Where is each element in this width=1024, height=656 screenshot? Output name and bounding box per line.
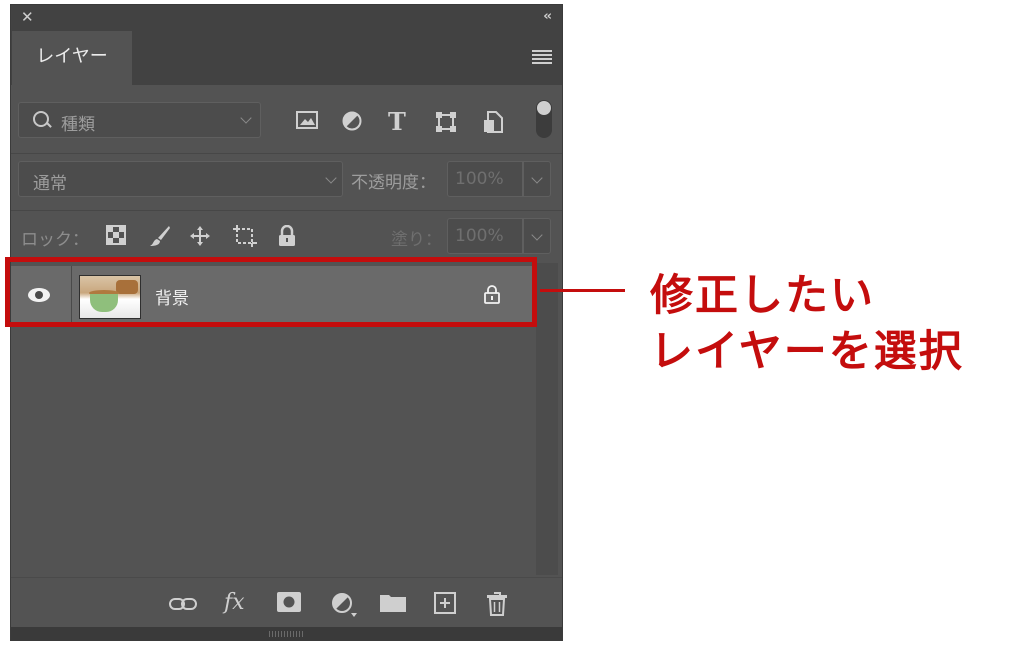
panel-bottom-toolbar: fx [11, 577, 562, 628]
adjustment-layer-icon[interactable] [331, 592, 357, 618]
fill-input[interactable]: 100% [447, 218, 523, 254]
panel-titlebar: ✕ ‹‹ [11, 5, 562, 31]
fill-value: 100% [455, 226, 504, 246]
opacity-value: 100% [455, 169, 504, 189]
chevron-down-icon [531, 229, 543, 241]
lock-row: ロック： 塗り： 100% [11, 211, 562, 261]
filter-row: 種類 T [11, 85, 562, 154]
chevron-down-icon [531, 172, 543, 184]
panel-menu-icon[interactable] [532, 50, 552, 66]
opacity-label: 不透明度： [351, 173, 436, 193]
filter-kind-select[interactable]: 種類 [18, 102, 261, 138]
panel-tabbar: レイヤー [11, 31, 562, 85]
fill-dropdown-button[interactable] [523, 218, 551, 254]
lock-artboard-icon[interactable] [233, 225, 257, 247]
opacity-input[interactable]: 100% [447, 161, 523, 197]
type-filter-icon[interactable]: T [388, 107, 406, 136]
blend-mode-value: 通常 [33, 174, 67, 194]
blend-mode-select[interactable]: 通常 [18, 161, 343, 197]
callout-text: 修正したい レイヤーを選択 [650, 268, 964, 380]
resize-grip-icon[interactable] [269, 631, 305, 637]
layer-list-scrollbar[interactable] [536, 263, 558, 575]
chevron-down-icon [240, 112, 252, 124]
lock-transparent-icon[interactable] [106, 225, 126, 245]
selection-highlight-frame [5, 257, 537, 327]
search-icon [33, 111, 49, 127]
adjustment-filter-icon[interactable] [342, 111, 362, 131]
shape-filter-icon[interactable] [435, 111, 457, 133]
callout-line-1: 修正したい [650, 271, 875, 321]
fx-icon[interactable]: fx [224, 590, 245, 615]
tab-layers[interactable]: レイヤー [12, 31, 132, 85]
chevron-down-icon [325, 172, 337, 184]
link-layers-icon[interactable] [169, 597, 197, 611]
callout-line-2: レイヤーを選択 [650, 327, 964, 377]
lock-label: ロック： [21, 230, 89, 250]
lock-position-icon[interactable] [189, 225, 211, 247]
close-icon[interactable]: ✕ [21, 8, 34, 26]
fill-label: 塗り： [391, 230, 442, 250]
lock-pixels-icon[interactable] [149, 225, 171, 247]
panel-resize-footer [11, 627, 562, 641]
filter-toggle[interactable] [536, 100, 552, 138]
smart-object-filter-icon[interactable] [483, 111, 503, 133]
collapse-icon[interactable]: ‹‹ [543, 9, 552, 24]
delete-layer-icon[interactable] [487, 592, 507, 616]
lock-all-icon[interactable] [277, 225, 297, 247]
filter-kind-label: 種類 [61, 115, 95, 135]
image-filter-icon[interactable] [296, 111, 318, 129]
add-mask-icon[interactable] [277, 592, 301, 612]
opacity-dropdown-button[interactable] [523, 161, 551, 197]
new-group-icon[interactable] [380, 592, 406, 612]
blend-row: 通常 不透明度： 100% [11, 154, 562, 211]
new-layer-icon[interactable] [434, 592, 456, 614]
callout-line [540, 289, 625, 292]
